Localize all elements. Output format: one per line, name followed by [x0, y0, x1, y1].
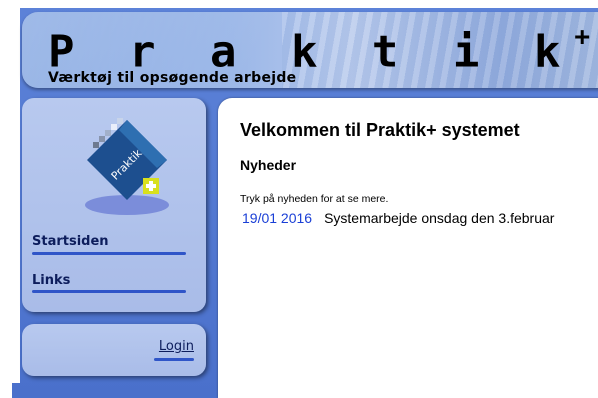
news-heading: Nyheder: [240, 157, 297, 173]
nav-underline-startsiden: [32, 252, 186, 255]
page: P r a k t i k+ Værktøj til opsøgende arb…: [0, 0, 598, 398]
app-subtitle: Værktøj til opsøgende arbejde: [48, 70, 297, 86]
nav-underline-links: [32, 290, 186, 293]
sidebar: Praktik Startsiden Links: [22, 98, 206, 312]
news-text[interactable]: Systemarbejde onsdag den 3.februar: [324, 210, 554, 226]
news-item[interactable]: 19/01 2016 Systemarbejde onsdag den 3.feb…: [240, 210, 554, 226]
login-panel: Login: [22, 324, 206, 376]
left-margin: [0, 0, 20, 383]
app-title: P r a k t i k+: [48, 18, 590, 78]
nav-link-startsiden[interactable]: Startsiden: [32, 234, 109, 249]
page-title: Velkommen til Praktik+ systemet: [240, 120, 520, 140]
news-hint: Tryk på nyheden for at se mere.: [240, 193, 389, 205]
praktik-logo: Praktik: [85, 118, 169, 215]
login-underline: [154, 358, 194, 361]
app-title-plus: +: [574, 22, 591, 52]
header-banner: P r a k t i k+ Værktøj til opsøgende arb…: [22, 12, 598, 88]
main-content: Velkommen til Praktik+ systemet Nyheder …: [218, 98, 598, 398]
login-link[interactable]: Login: [159, 339, 194, 354]
nav-link-links[interactable]: Links: [32, 273, 70, 288]
news-date-link[interactable]: 19/01 2016: [240, 210, 312, 226]
